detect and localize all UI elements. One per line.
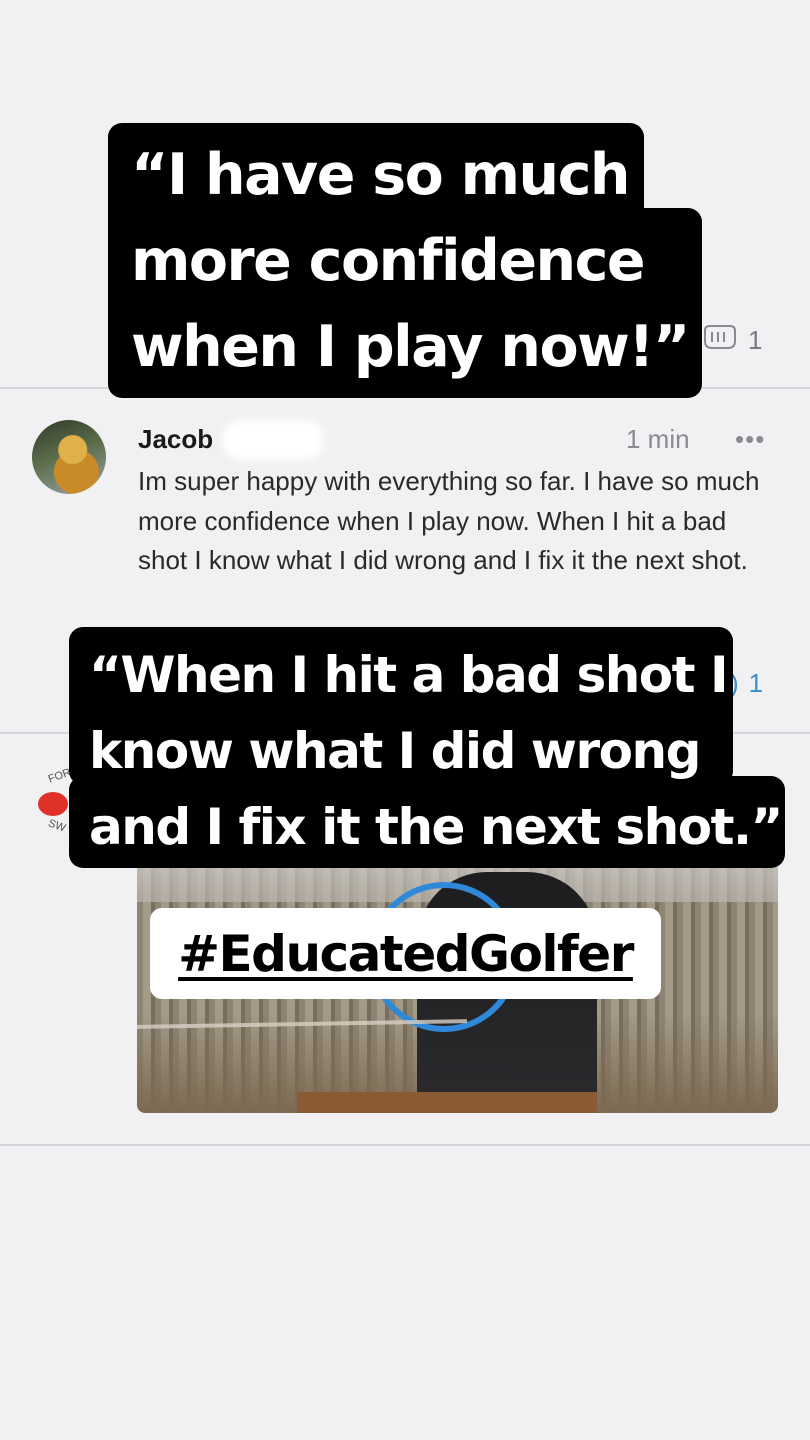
- redacted-surname: [222, 420, 324, 460]
- comment-text: Im super happy with everything so far. I…: [138, 466, 760, 575]
- post1-reaction-count: 1: [748, 325, 763, 355]
- comment-author[interactable]: Jacob: [138, 424, 213, 455]
- hashtag-sticker[interactable]: #EducatedGolfer: [150, 908, 661, 999]
- more-options-icon[interactable]: •••: [735, 424, 765, 455]
- avatar[interactable]: [32, 420, 106, 494]
- quote-caption-1: “I have so much more confidence when I p…: [131, 142, 690, 380]
- comment-timestamp: 1 min: [626, 424, 690, 454]
- post-divider: [0, 1144, 810, 1146]
- post1-reaction[interactable]: 1: [702, 322, 762, 359]
- feed-screen: 1 Jacob 1 min ••• Im super happy with ev…: [0, 0, 810, 1440]
- quote-caption-2: “When I hit a bad shot I know what I did…: [89, 646, 783, 856]
